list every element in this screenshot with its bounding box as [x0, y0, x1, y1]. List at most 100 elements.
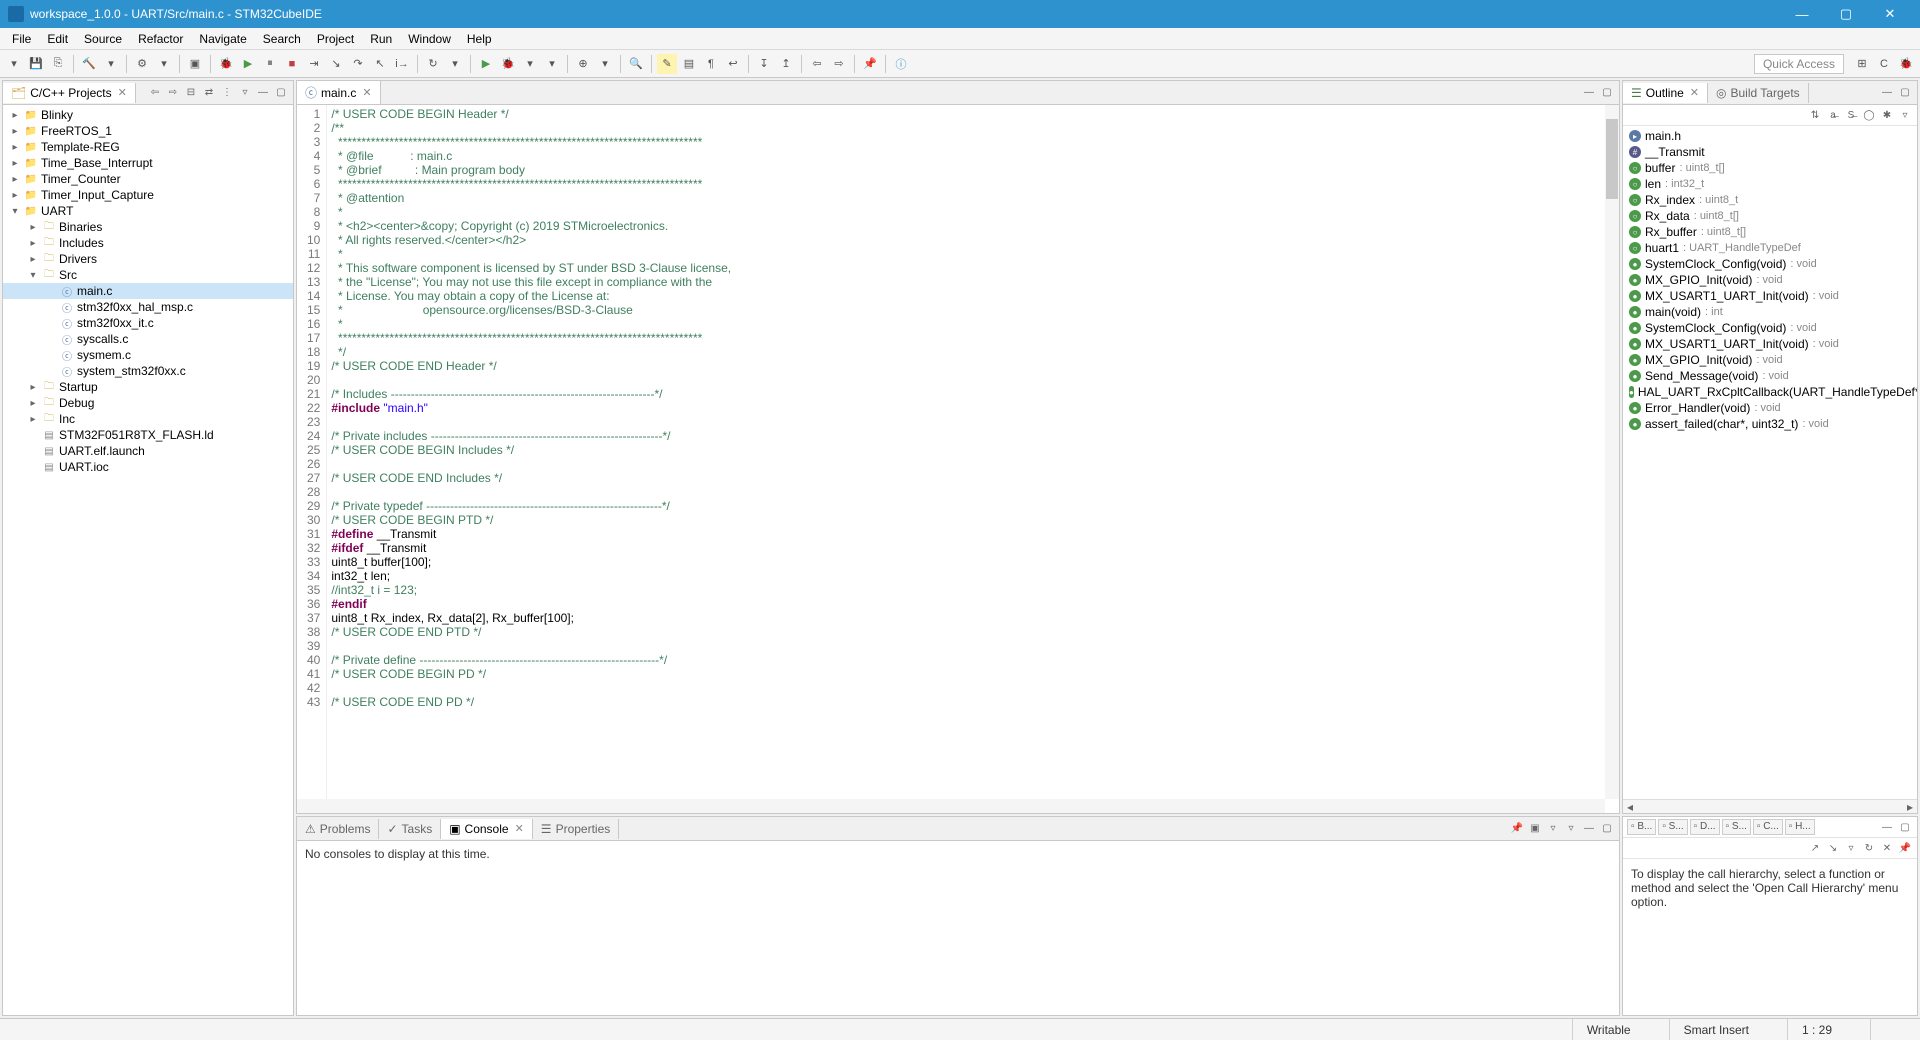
toggle-mark-button[interactable]: ✎: [657, 54, 677, 74]
show-whitespace-button[interactable]: ¶: [701, 54, 721, 74]
new-button[interactable]: ▾: [4, 54, 24, 74]
outline-item[interactable]: ●MX_GPIO_Init(void) : void: [1623, 272, 1917, 288]
vertical-scrollbar[interactable]: [1605, 105, 1619, 799]
outline-item[interactable]: ●SystemClock_Config(void) : void: [1623, 256, 1917, 272]
tab-properties[interactable]: ☰Properties: [533, 819, 619, 839]
collapse-all-icon[interactable]: ⊟: [183, 85, 199, 101]
hier-tab[interactable]: ▫ B...: [1627, 819, 1656, 835]
annotations-next-button[interactable]: ↧: [754, 54, 774, 74]
maximize-panel-icon[interactable]: ▢: [1599, 821, 1615, 837]
hier-tab[interactable]: ▫ S...: [1658, 819, 1687, 835]
toggle-block-sel-button[interactable]: ▤: [679, 54, 699, 74]
save-all-button[interactable]: ⎘: [48, 54, 68, 74]
new-connection-button[interactable]: ⊕: [573, 54, 593, 74]
open-perspective-button[interactable]: ⊞: [1852, 54, 1872, 74]
outline-item[interactable]: ○buffer : uint8_t[]: [1623, 160, 1917, 176]
stop-button[interactable]: ■: [282, 54, 302, 74]
menu-help[interactable]: Help: [459, 30, 500, 48]
build-button[interactable]: 🔨: [79, 54, 99, 74]
maximize-panel-icon[interactable]: ▢: [1897, 85, 1913, 101]
tab-build-targets[interactable]: ◎ Build Targets: [1708, 83, 1809, 103]
coverage-button[interactable]: ▾: [520, 54, 540, 74]
outline-item[interactable]: ○huart1 : UART_HandleTypeDef: [1623, 240, 1917, 256]
cancel-icon[interactable]: ✕: [1879, 840, 1895, 856]
resume-button[interactable]: ▾: [445, 54, 465, 74]
tree-item[interactable]: ▸🗀Includes: [3, 235, 293, 251]
callers-icon[interactable]: ↗: [1807, 840, 1823, 856]
minimize-panel-icon[interactable]: —: [1581, 85, 1597, 101]
tree-item[interactable]: ▸🗀Binaries: [3, 219, 293, 235]
tree-item[interactable]: ▤UART.elf.launch: [3, 443, 293, 459]
hide-fields-icon[interactable]: a̶: [1825, 107, 1841, 123]
instruction-step-button[interactable]: i→: [392, 54, 412, 74]
new-console-icon[interactable]: ▿: [1563, 821, 1579, 837]
pin-console-icon[interactable]: 📌: [1509, 821, 1525, 837]
menu-search[interactable]: Search: [255, 30, 309, 48]
run-last-button[interactable]: ▶: [476, 54, 496, 74]
pin-editor-button[interactable]: 📌: [860, 54, 880, 74]
config-button[interactable]: ⚙: [132, 54, 152, 74]
display-console-icon[interactable]: ▣: [1527, 821, 1543, 837]
outline-item[interactable]: ●SystemClock_Config(void) : void: [1623, 320, 1917, 336]
pin-icon[interactable]: 📌: [1897, 840, 1913, 856]
horizontal-scrollbar[interactable]: [297, 799, 1605, 813]
tree-item[interactable]: ⓒsyscalls.c: [3, 331, 293, 347]
hide-nonpublic-icon[interactable]: ◯: [1861, 107, 1877, 123]
tab-tasks[interactable]: ✓Tasks: [379, 819, 441, 839]
annotations-prev-button[interactable]: ↥: [776, 54, 796, 74]
tab-problems[interactable]: ⚠Problems: [297, 819, 379, 839]
close-button[interactable]: ✕: [1868, 0, 1912, 28]
maximize-panel-icon[interactable]: ▢: [273, 85, 289, 101]
close-icon[interactable]: ✕: [362, 86, 371, 99]
outline-item[interactable]: ●Send_Message(void) : void: [1623, 368, 1917, 384]
close-icon[interactable]: ✕: [118, 86, 127, 99]
profile-button[interactable]: ▾: [542, 54, 562, 74]
toggle-word-wrap-button[interactable]: ↩: [723, 54, 743, 74]
minimize-panel-icon[interactable]: —: [255, 85, 271, 101]
view-menu-icon[interactable]: ▿: [237, 85, 253, 101]
perspective-c-button[interactable]: C: [1874, 54, 1894, 74]
quick-access-field[interactable]: Quick Access: [1754, 54, 1844, 74]
menu-navigate[interactable]: Navigate: [191, 30, 254, 48]
tree-item[interactable]: ⓒmain.c: [3, 283, 293, 299]
open-console-icon[interactable]: ▿: [1545, 821, 1561, 837]
close-icon[interactable]: ✕: [1690, 86, 1699, 99]
menu-project[interactable]: Project: [309, 30, 362, 48]
tree-item[interactable]: ▸📁Timer_Input_Capture: [3, 187, 293, 203]
tab-console[interactable]: ▣Console✕: [441, 819, 533, 839]
outline-item[interactable]: ▸main.h: [1623, 128, 1917, 144]
tree-item[interactable]: ▾🗀Src: [3, 267, 293, 283]
step-return-button[interactable]: ↖: [370, 54, 390, 74]
tab-outline[interactable]: ☰ Outline ✕: [1623, 83, 1708, 103]
search-button[interactable]: 🔍: [626, 54, 646, 74]
tree-item[interactable]: ▸🗀Inc: [3, 411, 293, 427]
minimize-button[interactable]: —: [1780, 0, 1824, 28]
back-nav-icon[interactable]: ⇦: [147, 85, 163, 101]
tree-item[interactable]: ▸📁Time_Base_Interrupt: [3, 155, 293, 171]
outline-item[interactable]: ●MX_USART1_UART_Init(void) : void: [1623, 288, 1917, 304]
history-icon[interactable]: ▿: [1843, 840, 1859, 856]
link-editor-icon[interactable]: ⇄: [201, 85, 217, 101]
pause-button[interactable]: ⏸: [260, 54, 280, 74]
target-button[interactable]: ▾: [154, 54, 174, 74]
outline-item[interactable]: ○len : int32_t: [1623, 176, 1917, 192]
tree-item[interactable]: ▤STM32F051R8TX_FLASH.ld: [3, 427, 293, 443]
callees-icon[interactable]: ↘: [1825, 840, 1841, 856]
debug-button[interactable]: 🐞: [216, 54, 236, 74]
disconnect-button[interactable]: ⇥: [304, 54, 324, 74]
outline-item[interactable]: ●main(void) : int: [1623, 304, 1917, 320]
terminal-button[interactable]: ▣: [185, 54, 205, 74]
filter-icon[interactable]: ⋮: [219, 85, 235, 101]
menu-file[interactable]: File: [4, 30, 39, 48]
tree-item[interactable]: ⓒsysmem.c: [3, 347, 293, 363]
tree-item[interactable]: ▤UART.ioc: [3, 459, 293, 475]
menu-refactor[interactable]: Refactor: [130, 30, 191, 48]
outline-item[interactable]: ●assert_failed(char*, uint32_t) : void: [1623, 416, 1917, 432]
outline-item[interactable]: #__Transmit: [1623, 144, 1917, 160]
restart-button[interactable]: ↻: [423, 54, 443, 74]
minimize-panel-icon[interactable]: —: [1581, 821, 1597, 837]
fwd-nav-icon[interactable]: ⇨: [165, 85, 181, 101]
maximize-button[interactable]: ▢: [1824, 0, 1868, 28]
tree-item[interactable]: ▸📁Timer_Counter: [3, 171, 293, 187]
hier-tab[interactable]: ▫ S...: [1722, 819, 1751, 835]
